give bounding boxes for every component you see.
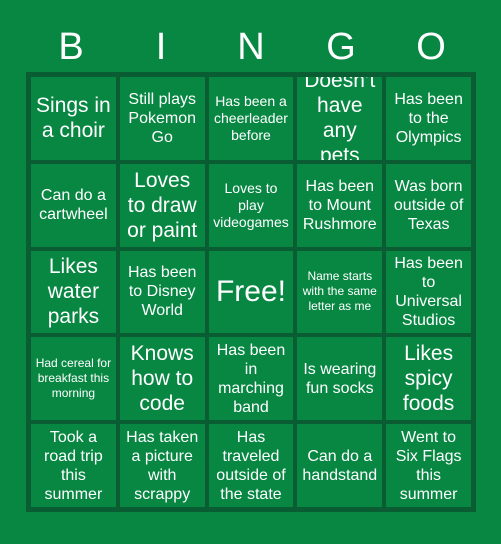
bingo-cell-r2c2[interactable]: Loves to draw or paint: [117, 161, 207, 249]
bingo-cell-r3c4[interactable]: Name starts with the same letter as me: [295, 248, 385, 336]
bingo-cell-label: Has been to Mount Rushmore: [302, 177, 377, 233]
bingo-cell-r2c1[interactable]: Can do a cartwheel: [29, 161, 118, 249]
bingo-cell-free-space[interactable]: Free!: [206, 248, 296, 336]
bingo-cell-label: Loves to draw or paint: [127, 168, 198, 242]
bingo-cell-r4c2[interactable]: Knows how to code: [117, 335, 207, 423]
bingo-cell-label: Went to Six Flags this summer: [395, 428, 462, 503]
bingo-header-letter-b: B: [58, 26, 84, 68]
bingo-cell-label: Still plays Pokemon Go: [128, 90, 196, 146]
bingo-card: B I N G O Sings in a choir Still plays P…: [0, 0, 501, 544]
bingo-cell-r4c5[interactable]: Likes spicy foods: [384, 335, 473, 423]
bingo-cell-r5c5[interactable]: Went to Six Flags this summer: [384, 422, 473, 509]
bingo-cell-label: Had cereal for breakfast this morning: [35, 356, 112, 401]
bingo-cell-label: Sings in a choir: [36, 94, 111, 143]
bingo-cell-r4c3[interactable]: Has been in marching band: [206, 335, 296, 423]
bingo-cell-r5c1[interactable]: Took a road trip this summer: [29, 422, 118, 509]
bingo-cell-label: Loves to play videogames: [213, 179, 289, 230]
bingo-cell-label: Can do a handstand: [302, 447, 378, 484]
bingo-cell-r4c4[interactable]: Is wearing fun socks: [295, 335, 385, 423]
bingo-cell-r5c4[interactable]: Can do a handstand: [295, 422, 385, 509]
bingo-cell-label: Has been in marching band: [216, 341, 286, 416]
bingo-cell-r4c1[interactable]: Had cereal for breakfast this morning: [29, 335, 118, 423]
bingo-cell-r5c3[interactable]: Has traveled outside of the state: [206, 422, 296, 509]
bingo-cell-r5c2[interactable]: Has taken a picture with scrappy: [117, 422, 207, 509]
bingo-cell-label: Likes spicy foods: [402, 342, 455, 416]
bingo-grid: Sings in a choir Still plays Pokemon Go …: [26, 72, 476, 512]
bingo-cell-r1c2[interactable]: Still plays Pokemon Go: [117, 75, 207, 162]
bingo-cell-r1c4[interactable]: Doesn’t have any pets: [295, 75, 385, 162]
bingo-cell-label: Likes water parks: [47, 255, 100, 329]
bingo-cell-label: Has been to the Olympics: [394, 90, 463, 146]
bingo-cell-label: Doesn’t have any pets: [304, 75, 376, 162]
bingo-cell-label: Can do a cartwheel: [39, 187, 108, 224]
bingo-cell-r2c3[interactable]: Loves to play videogames: [206, 161, 296, 249]
bingo-cell-label: Has traveled outside of the state: [216, 428, 286, 503]
bingo-cell-label: Name starts with the same letter as me: [302, 269, 377, 314]
bingo-cell-r3c1[interactable]: Likes water parks: [29, 248, 118, 336]
bingo-cell-r1c3[interactable]: Has been a cheerleader before: [206, 75, 296, 162]
bingo-cell-label: Has taken a picture with scrappy: [126, 428, 199, 503]
bingo-cell-label: Took a road trip this summer: [44, 428, 103, 503]
bingo-cell-label: Has been to Universal Studios: [394, 254, 463, 329]
bingo-cell-r2c4[interactable]: Has been to Mount Rushmore: [295, 161, 385, 249]
bingo-header-letter-i: I: [155, 26, 167, 68]
bingo-cell-r2c5[interactable]: Was born outside of Texas: [384, 161, 473, 249]
bingo-cell-label: Is wearing fun socks: [303, 360, 377, 397]
bingo-cell-r1c1[interactable]: Sings in a choir: [29, 75, 118, 162]
bingo-cell-label: Has been a cheerleader before: [214, 92, 288, 143]
bingo-cell-r3c2[interactable]: Has been to Disney World: [117, 248, 207, 336]
bingo-cell-label: Has been to Disney World: [127, 264, 197, 320]
bingo-cell-label: Knows how to code: [130, 342, 194, 416]
bingo-cell-r3c5[interactable]: Has been to Universal Studios: [384, 248, 473, 336]
bingo-header-letter-g: G: [326, 26, 356, 68]
bingo-header: B I N G O: [26, 22, 476, 72]
bingo-cell-label: Was born outside of Texas: [393, 177, 464, 233]
bingo-header-letter-o: O: [416, 26, 446, 68]
bingo-cell-r1c5[interactable]: Has been to the Olympics: [384, 75, 473, 162]
bingo-cell-label: Free!: [215, 274, 286, 308]
bingo-header-letter-n: N: [237, 26, 265, 68]
